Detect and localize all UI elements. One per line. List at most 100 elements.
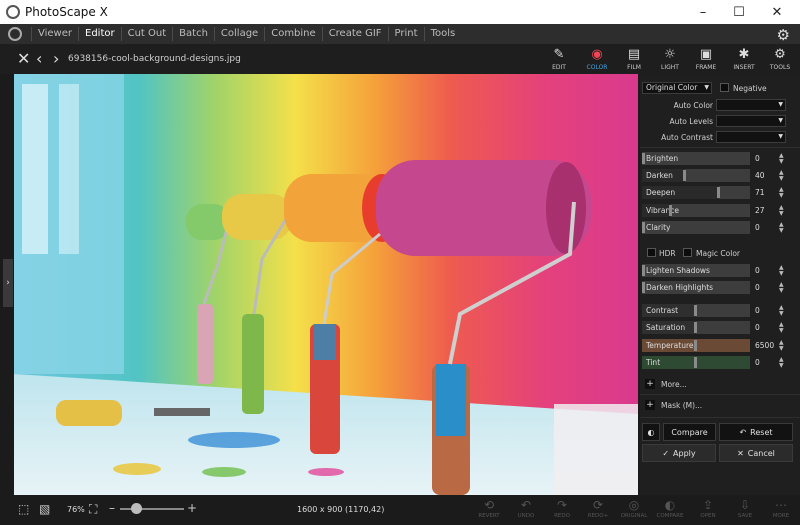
tab-edit[interactable]: ✎ EDIT: [541, 47, 577, 73]
maximize-button[interactable]: ☐: [722, 0, 756, 24]
previous-image-icon[interactable]: ‹: [36, 49, 42, 68]
spinner-arrows-icon[interactable]: ▲ ▼: [779, 340, 784, 352]
history-open-button[interactable]: ⇪ OPEN: [693, 498, 723, 519]
slider-value[interactable]: 0: [755, 223, 760, 232]
auto-color-select[interactable]: ▼: [716, 99, 786, 111]
auto-contrast-select[interactable]: ▼: [716, 131, 786, 143]
slider-value[interactable]: 71: [755, 188, 765, 197]
zoom-in-icon[interactable]: +: [187, 501, 197, 515]
spinner-arrows-icon[interactable]: ▲ ▼: [779, 305, 784, 317]
mask-plus-icon[interactable]: +: [645, 400, 655, 410]
slider-thumb[interactable]: [642, 282, 645, 293]
spinner-arrows-icon[interactable]: ▲ ▼: [779, 322, 784, 334]
close-image-icon[interactable]: ✕: [17, 49, 30, 68]
compare-button[interactable]: Compare: [663, 423, 716, 441]
tab-insert[interactable]: ✱ INSERT: [726, 47, 762, 73]
slider-value[interactable]: 0: [755, 283, 760, 292]
next-image-icon[interactable]: ›: [53, 49, 59, 68]
slider-value[interactable]: 6500: [755, 341, 774, 350]
slider-thumb[interactable]: [642, 265, 645, 276]
spinner-arrows-icon[interactable]: ▲ ▼: [779, 187, 784, 199]
menu-item-viewer[interactable]: Viewer: [31, 27, 78, 41]
history-compare-button[interactable]: ◐ COMPARE: [655, 498, 685, 519]
tab-frame[interactable]: ▣ FRAME: [688, 47, 724, 73]
image-canvas[interactable]: [14, 74, 638, 495]
spinner-arrows-icon[interactable]: ▲ ▼: [779, 265, 784, 277]
spinner-arrows-icon[interactable]: ▲ ▼: [779, 282, 784, 294]
auto-levels-select[interactable]: ▼: [716, 115, 786, 127]
more-plus-icon[interactable]: +: [645, 379, 655, 389]
slider-value[interactable]: 0: [755, 266, 760, 275]
slider-deepen[interactable]: Deepen: [642, 186, 750, 199]
apply-button[interactable]: ✓ Apply: [642, 444, 716, 462]
settings-gear-icon[interactable]: ⚙: [777, 26, 790, 44]
side-panel-toggle[interactable]: ›: [3, 259, 13, 307]
close-window-button[interactable]: ✕: [760, 0, 794, 24]
menu-item-cut-out[interactable]: Cut Out: [120, 27, 173, 41]
menu-item-collage[interactable]: Collage: [213, 27, 264, 41]
slider-value[interactable]: 0: [755, 323, 760, 332]
tab-film[interactable]: ▤ FILM: [616, 47, 652, 73]
compare-toggle-button[interactable]: ◐: [642, 423, 660, 441]
history-original-button[interactable]: ◎ ORIGINAL: [619, 498, 649, 519]
cancel-button[interactable]: ✕ Cancel: [719, 444, 793, 462]
more-link[interactable]: More...: [661, 380, 687, 389]
reset-button[interactable]: ↶ Reset: [719, 423, 793, 441]
slider-value[interactable]: 0: [755, 154, 760, 163]
mask-link[interactable]: Mask (M)...: [661, 401, 702, 410]
tab-tools[interactable]: ⚙ TOOLS: [762, 47, 798, 73]
menu-item-print[interactable]: Print: [387, 27, 424, 41]
tab-color[interactable]: ◉ COLOR: [579, 47, 615, 73]
slider-brighten[interactable]: Brighten: [642, 152, 750, 165]
slider-darken[interactable]: Darken: [642, 169, 750, 182]
slider-thumb[interactable]: [694, 305, 697, 316]
history-redo-button[interactable]: ↷ REDO: [547, 498, 577, 519]
slider-value[interactable]: 27: [755, 206, 765, 215]
slider-temperature[interactable]: Temperature: [642, 339, 750, 352]
menu-item-combine[interactable]: Combine: [264, 27, 321, 41]
color-mode-select[interactable]: Original Color ▼: [642, 82, 712, 94]
spinner-arrows-icon[interactable]: ▲ ▼: [779, 170, 784, 182]
history-revert-button[interactable]: ⟲ REVERT: [474, 498, 504, 519]
spinner-arrows-icon[interactable]: ▲ ▼: [779, 153, 784, 165]
slider-value[interactable]: 0: [755, 306, 760, 315]
slider-value[interactable]: 0: [755, 358, 760, 367]
history-save-button[interactable]: ⇩ SAVE: [730, 498, 760, 519]
minimize-button[interactable]: –: [686, 0, 720, 24]
slider-thumb[interactable]: [669, 205, 672, 216]
slider-thumb[interactable]: [642, 153, 645, 164]
hdr-checkbox[interactable]: [647, 248, 656, 257]
spinner-arrows-icon[interactable]: ▲ ▼: [779, 357, 784, 369]
slider-darken-highlights[interactable]: Darken Highlights: [642, 281, 750, 294]
slider-clarity[interactable]: Clarity: [642, 221, 750, 234]
zoom-slider-thumb[interactable]: [131, 503, 142, 514]
slider-thumb[interactable]: [694, 357, 697, 368]
slider-saturation[interactable]: Saturation: [642, 321, 750, 334]
menu-item-create-gif[interactable]: Create GIF: [321, 27, 388, 41]
magic-color-checkbox[interactable]: [683, 248, 692, 257]
history-more-button[interactable]: ⋯ MORE: [766, 498, 796, 519]
history-undo-button[interactable]: ↶ UNDO: [511, 498, 541, 519]
crop-select-icon[interactable]: ⬚: [18, 502, 29, 516]
slider-contrast[interactable]: Contrast: [642, 304, 750, 317]
slider-tint[interactable]: Tint: [642, 356, 750, 369]
spinner-arrows-icon[interactable]: ▲ ▼: [779, 222, 784, 234]
split-view-icon[interactable]: ▧: [39, 502, 50, 516]
history-redo-plus-button[interactable]: ⟳ REDO+: [583, 498, 613, 519]
slider-lighten-shadows[interactable]: Lighten Shadows: [642, 264, 750, 277]
zoom-slider-track[interactable]: [120, 508, 184, 510]
slider-value[interactable]: 40: [755, 171, 765, 180]
slider-thumb[interactable]: [683, 170, 686, 181]
slider-thumb[interactable]: [717, 187, 720, 198]
slider-thumb[interactable]: [694, 340, 697, 351]
search-icon[interactable]: [8, 27, 22, 41]
fit-to-screen-icon[interactable]: ⛶: [89, 502, 97, 517]
menu-item-tools[interactable]: Tools: [423, 27, 462, 41]
negative-checkbox[interactable]: [720, 83, 729, 92]
tab-light[interactable]: ☼ LIGHT: [652, 47, 688, 73]
spinner-arrows-icon[interactable]: ▲ ▼: [779, 205, 784, 217]
menu-item-batch[interactable]: Batch: [172, 27, 214, 41]
slider-thumb[interactable]: [694, 322, 697, 333]
slider-thumb[interactable]: [642, 222, 645, 233]
zoom-out-icon[interactable]: –: [109, 501, 115, 515]
